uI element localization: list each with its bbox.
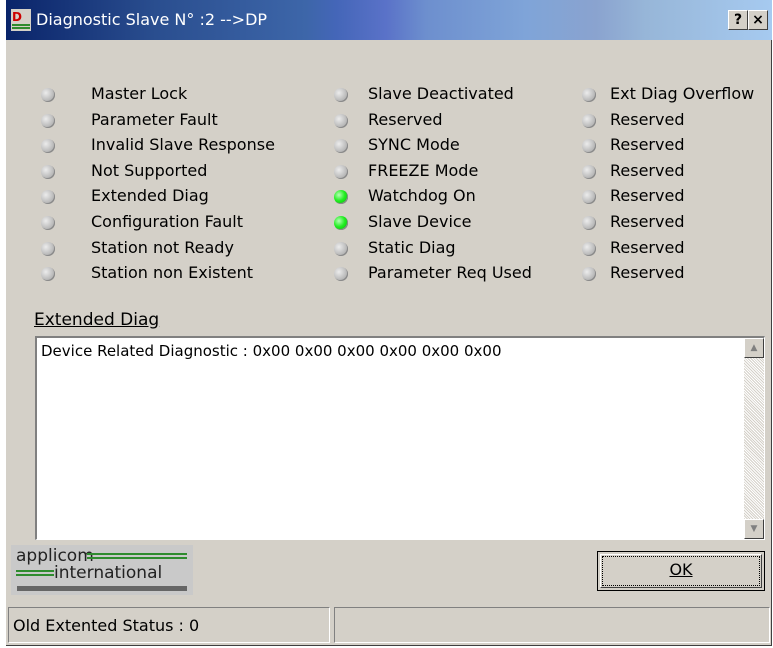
led-indicator-icon bbox=[582, 88, 596, 102]
status-label: Reserved bbox=[610, 186, 685, 206]
app-icon: D bbox=[11, 9, 31, 31]
status-label: Extended Diag bbox=[91, 186, 209, 206]
logo-tagline bbox=[17, 586, 187, 591]
led-indicator-icon bbox=[582, 190, 596, 205]
led-indicator-icon bbox=[41, 139, 55, 154]
led-indicator-icon bbox=[41, 113, 55, 128]
logo-stripes-icon bbox=[16, 570, 54, 578]
status-label: Reserved bbox=[610, 211, 685, 231]
status-label: Master Lock bbox=[91, 84, 188, 103]
status-label: SYNC Mode bbox=[368, 135, 460, 155]
status-bar: Old Extented Status : 0 bbox=[6, 605, 772, 646]
led-indicator-icon bbox=[41, 88, 55, 102]
status-label: Configuration Fault bbox=[91, 211, 243, 231]
status-label: Parameter Req Used bbox=[368, 263, 532, 283]
led-indicator-icon bbox=[334, 139, 348, 154]
close-button[interactable]: × bbox=[748, 10, 768, 30]
status-label: Reserved bbox=[610, 237, 685, 257]
led-indicator-icon bbox=[582, 267, 596, 282]
led-indicator-icon bbox=[582, 113, 596, 128]
status-label: Ext Diag Overflow bbox=[610, 84, 755, 103]
status-label: Reserved bbox=[610, 160, 685, 180]
status-label: Slave Device bbox=[368, 211, 472, 231]
scroll-up-button[interactable]: ▲ bbox=[744, 338, 764, 358]
led-indicator-icon bbox=[41, 190, 55, 205]
svg-text:D: D bbox=[12, 10, 22, 24]
status-pane-right bbox=[334, 607, 770, 643]
status-label: Invalid Slave Response bbox=[91, 135, 275, 155]
extended-diag-title: Extended Diag bbox=[34, 310, 160, 330]
title-bar[interactable]: D Diagnostic Slave N° :2 -->DP ? × bbox=[6, 0, 772, 40]
led-indicator-icon bbox=[334, 215, 348, 230]
led-indicator-icon bbox=[41, 241, 55, 256]
diagnostic-dialog: D Diagnostic Slave N° :2 -->DP ? × Maste… bbox=[6, 0, 772, 646]
status-label: Not Supported bbox=[91, 160, 208, 180]
status-text: Old Extented Status : 0 bbox=[13, 616, 200, 635]
extended-diag-text: Device Related Diagnostic : 0x00 0x00 0x… bbox=[41, 342, 502, 360]
logo-stripes-icon bbox=[87, 553, 187, 561]
led-indicator-icon bbox=[334, 190, 348, 205]
status-label: FREEZE Mode bbox=[368, 160, 479, 180]
led-indicator-icon bbox=[582, 139, 596, 154]
status-pane-left: Old Extented Status : 0 bbox=[8, 607, 330, 643]
led-indicator-icon bbox=[41, 164, 55, 179]
led-indicator-icon bbox=[582, 164, 596, 179]
ok-button[interactable]: OK bbox=[597, 551, 765, 591]
help-button[interactable]: ? bbox=[728, 10, 748, 30]
status-label: Parameter Fault bbox=[91, 109, 218, 129]
extended-diag-textbox[interactable]: Device Related Diagnostic : 0x00 0x00 0x… bbox=[35, 336, 765, 540]
status-label: Watchdog On bbox=[368, 186, 476, 206]
status-label: Reserved bbox=[368, 109, 443, 129]
led-indicator-icon bbox=[334, 164, 348, 179]
status-label: Reserved bbox=[610, 109, 685, 129]
led-indicator-icon bbox=[334, 88, 348, 102]
led-indicator-icon bbox=[334, 267, 348, 282]
applicom-logo: applicom international bbox=[11, 545, 193, 595]
scroll-down-button[interactable]: ▼ bbox=[744, 519, 764, 539]
status-label: Station not Ready bbox=[91, 237, 234, 257]
logo-line-2: international bbox=[54, 563, 163, 583]
status-label: Static Diag bbox=[368, 237, 456, 257]
vertical-scrollbar[interactable]: ▲ ▼ bbox=[744, 338, 764, 539]
led-indicator-icon bbox=[41, 267, 55, 282]
led-indicator-icon bbox=[582, 215, 596, 230]
led-indicator-icon bbox=[334, 241, 348, 256]
status-label: Reserved bbox=[610, 135, 685, 155]
led-indicator-icon bbox=[582, 241, 596, 256]
status-label: Reserved bbox=[610, 263, 685, 283]
status-label: Station non Existent bbox=[91, 263, 254, 283]
led-indicator-icon bbox=[334, 113, 348, 128]
led-indicator-icon bbox=[41, 215, 55, 230]
window-title: Diagnostic Slave N° :2 -->DP bbox=[36, 10, 268, 29]
ok-button-label: OK bbox=[669, 560, 693, 579]
status-label: Slave Deactivated bbox=[368, 84, 514, 103]
